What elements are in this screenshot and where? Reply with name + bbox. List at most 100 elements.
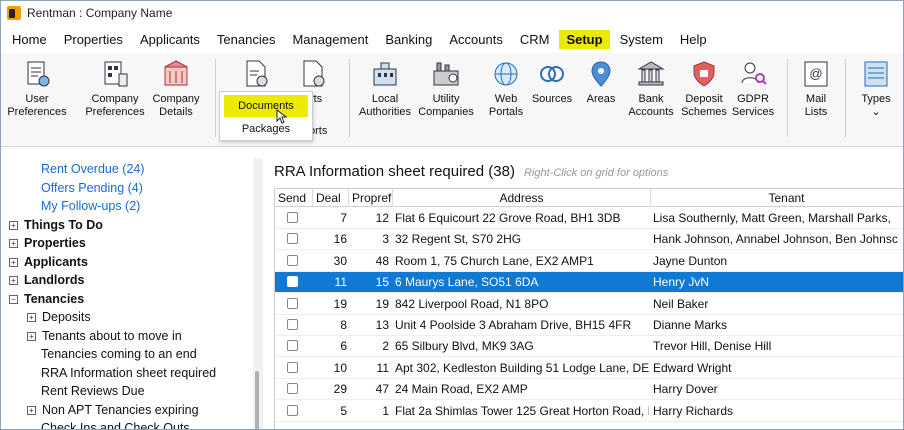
menu-setup[interactable]: Setup bbox=[559, 29, 610, 49]
table-row[interactable]: 19 19 842 Liverpool Road, N1 8PO Neil Baker… bbox=[275, 294, 903, 315]
propref-cell: 47 bbox=[375, 382, 389, 397]
address-cell: 842 Liverpool Road, N1 8PO bbox=[395, 296, 549, 311]
send-checkbox[interactable] bbox=[287, 212, 298, 223]
grid-hint: Right-Click on grid for options bbox=[524, 167, 669, 179]
grid-col-tenant[interactable]: Tenant bbox=[651, 189, 903, 207]
expand-icon[interactable]: + bbox=[27, 405, 36, 415]
documents-dropdown: Documents Packages bbox=[219, 91, 313, 141]
propref-cell: 15 bbox=[375, 275, 389, 290]
tree-item[interactable]: Rent Overdue (24) bbox=[41, 160, 145, 178]
ribbon-item-map-pin[interactable]: Areas bbox=[579, 53, 623, 147]
grid-title: RRA Information sheet required (38) bbox=[274, 163, 515, 180]
tree-item[interactable]: Tenancies coming to an end bbox=[41, 345, 197, 363]
send-checkbox[interactable] bbox=[287, 254, 298, 266]
ribbon-item-utility-companies[interactable]: Utility Companies bbox=[418, 53, 474, 147]
tree-item[interactable]: + Things To Do bbox=[9, 216, 103, 234]
ribbon-item-bank[interactable]: Bank Accounts bbox=[628, 53, 674, 147]
propref-cell: 2 bbox=[382, 339, 389, 354]
menu-banking[interactable]: Banking bbox=[378, 30, 439, 49]
table-row[interactable]: 5 1 Flat 2a Shimlas Tower 125 Great Horton… bbox=[275, 401, 903, 422]
ribbon-item-mail-lists[interactable]: @ Mail Lists bbox=[797, 53, 835, 147]
grid-col-deal[interactable]: Deal bbox=[313, 189, 349, 207]
tree-scrollbar-thumb[interactable] bbox=[255, 371, 259, 429]
grid-col-address[interactable]: Address bbox=[393, 189, 651, 207]
table-row[interactable]: 16 3 32 Regent St, S70 2HG Hank Johnson, An… bbox=[275, 229, 903, 251]
ribbon-item-gdpr[interactable]: GDPR Services bbox=[731, 53, 775, 147]
propref-cell: 19 bbox=[375, 296, 389, 311]
propref-cell: 1 bbox=[382, 403, 389, 418]
ribbon-item-types[interactable]: Types ⌄ bbox=[855, 53, 897, 147]
ribbon-item-label: Areas bbox=[586, 93, 616, 105]
table-row[interactable]: 6 2 65 Silbury Blvd, MK9 3AG Trevor Hill, D… bbox=[275, 336, 903, 358]
expand-icon[interactable]: + bbox=[27, 331, 36, 341]
menu-home[interactable]: Home bbox=[5, 30, 54, 49]
send-checkbox[interactable] bbox=[287, 233, 298, 245]
tree-item[interactable]: + Applicants bbox=[9, 253, 88, 271]
grid-col-send[interactable]: Send bbox=[275, 189, 313, 207]
menu-system[interactable]: System bbox=[613, 30, 670, 49]
tree-item-label: Properties bbox=[24, 236, 86, 250]
ribbon-item-label: Types bbox=[861, 93, 891, 105]
send-checkbox[interactable] bbox=[287, 340, 298, 352]
ribbon-item-company-preferences[interactable]: Company Preferences bbox=[85, 53, 145, 147]
tree-item-label: My Follow-ups (2) bbox=[41, 199, 141, 213]
tree-item[interactable]: + Non APT Tenancies expiring bbox=[27, 401, 199, 419]
tree-item[interactable]: My Follow-ups (2) bbox=[41, 197, 140, 215]
expand-icon[interactable]: + bbox=[9, 276, 18, 285]
expand-icon[interactable]: + bbox=[27, 313, 36, 322]
ribbon-item-globe[interactable]: Web Portals bbox=[483, 53, 529, 147]
tree-item[interactable]: Rent Reviews Due bbox=[41, 382, 145, 400]
ribbon-item-user-preferences[interactable]: User Preferences bbox=[7, 53, 67, 147]
send-checkbox[interactable] bbox=[287, 383, 298, 395]
tree-item[interactable]: + Landlords bbox=[9, 271, 84, 289]
tree-item-label: Rent Overdue (24) bbox=[41, 162, 145, 176]
tree-item[interactable]: − Tenancies bbox=[9, 290, 84, 308]
menu-crm[interactable]: CRM bbox=[513, 30, 557, 49]
ribbon-item-deposit-shield[interactable]: Deposit Schemes bbox=[677, 53, 731, 147]
local-authorities-icon bbox=[370, 59, 400, 89]
send-checkbox[interactable] bbox=[287, 276, 298, 288]
table-row[interactable]: 30 48 Room 1, 75 Church Lane, EX2 AMP1 Jayn… bbox=[275, 251, 903, 272]
expand-icon[interactable]: + bbox=[9, 239, 18, 248]
send-checkbox[interactable] bbox=[287, 404, 298, 416]
tenant-cell: Edward Wright bbox=[653, 360, 732, 375]
menu-tenancies[interactable]: Tenancies bbox=[210, 30, 283, 49]
grid-col-propref[interactable]: Propref bbox=[349, 189, 393, 207]
packages-menu-item[interactable]: Packages bbox=[224, 120, 308, 138]
menu-management[interactable]: Management bbox=[285, 30, 375, 49]
documents-menu-item[interactable]: Documents bbox=[224, 95, 308, 117]
table-row[interactable]: 11156 Maurys Lane, SO51 6DAHenry JvNhe bbox=[275, 272, 903, 294]
tree-item-label: Tenancies bbox=[24, 291, 85, 306]
send-checkbox[interactable] bbox=[287, 297, 298, 309]
table-row[interactable]: 8 13 Unit 4 Poolside 3 Abraham Drive, BH15… bbox=[275, 315, 903, 336]
tree-item[interactable]: RRA Information sheet required bbox=[41, 364, 216, 382]
table-row[interactable]: 10 11 Apt 302, Kedleston Building 51 Lodge… bbox=[275, 358, 903, 379]
expand-icon[interactable]: + bbox=[9, 257, 18, 267]
ribbon-item-company-details[interactable]: Company Details bbox=[149, 53, 203, 147]
tree-item[interactable]: Offers Pending (4) bbox=[41, 179, 143, 197]
tree-item[interactable]: + Properties bbox=[9, 234, 86, 252]
gdpr-icon bbox=[738, 59, 768, 89]
table-row[interactable]: 294724 Main Road, EX2 AMPHarry Doverha bbox=[275, 379, 903, 401]
send-checkbox[interactable] bbox=[287, 319, 298, 330]
navigation-tree: Rent Overdue (24) Offers Pending (4) My Fo… bbox=[1, 158, 263, 429]
ribbon-separator bbox=[349, 59, 350, 137]
send-checkbox[interactable] bbox=[287, 361, 298, 373]
ribbon-item-label: Company Details bbox=[152, 93, 200, 118]
table-row[interactable]: 7 12 Flat 6 Equicourt 22 Grove Road, BH1 3… bbox=[275, 208, 903, 229]
company-preferences-icon bbox=[100, 59, 130, 89]
tree-item[interactable]: + Deposits bbox=[27, 308, 91, 326]
expand-icon[interactable]: + bbox=[9, 220, 18, 230]
rentman-logo-icon bbox=[7, 6, 21, 20]
menu-applicants[interactable]: Applicants bbox=[133, 30, 207, 49]
sources-icon bbox=[537, 59, 567, 89]
tenant-cell: Harry Richards bbox=[653, 403, 734, 418]
menu-accounts[interactable]: Accounts bbox=[442, 30, 509, 49]
menu-properties[interactable]: Properties bbox=[57, 30, 130, 49]
tree-item[interactable]: + Tenants about to move in bbox=[27, 327, 182, 345]
ribbon-item-sources[interactable]: Sources bbox=[529, 53, 575, 147]
collapse-icon[interactable]: − bbox=[9, 294, 18, 304]
ribbon-item-local-authorities[interactable]: Local Authorities bbox=[359, 53, 411, 147]
menu-help[interactable]: Help bbox=[673, 30, 714, 49]
tree-item[interactable]: Check Ins and Check Outs bbox=[41, 419, 190, 429]
